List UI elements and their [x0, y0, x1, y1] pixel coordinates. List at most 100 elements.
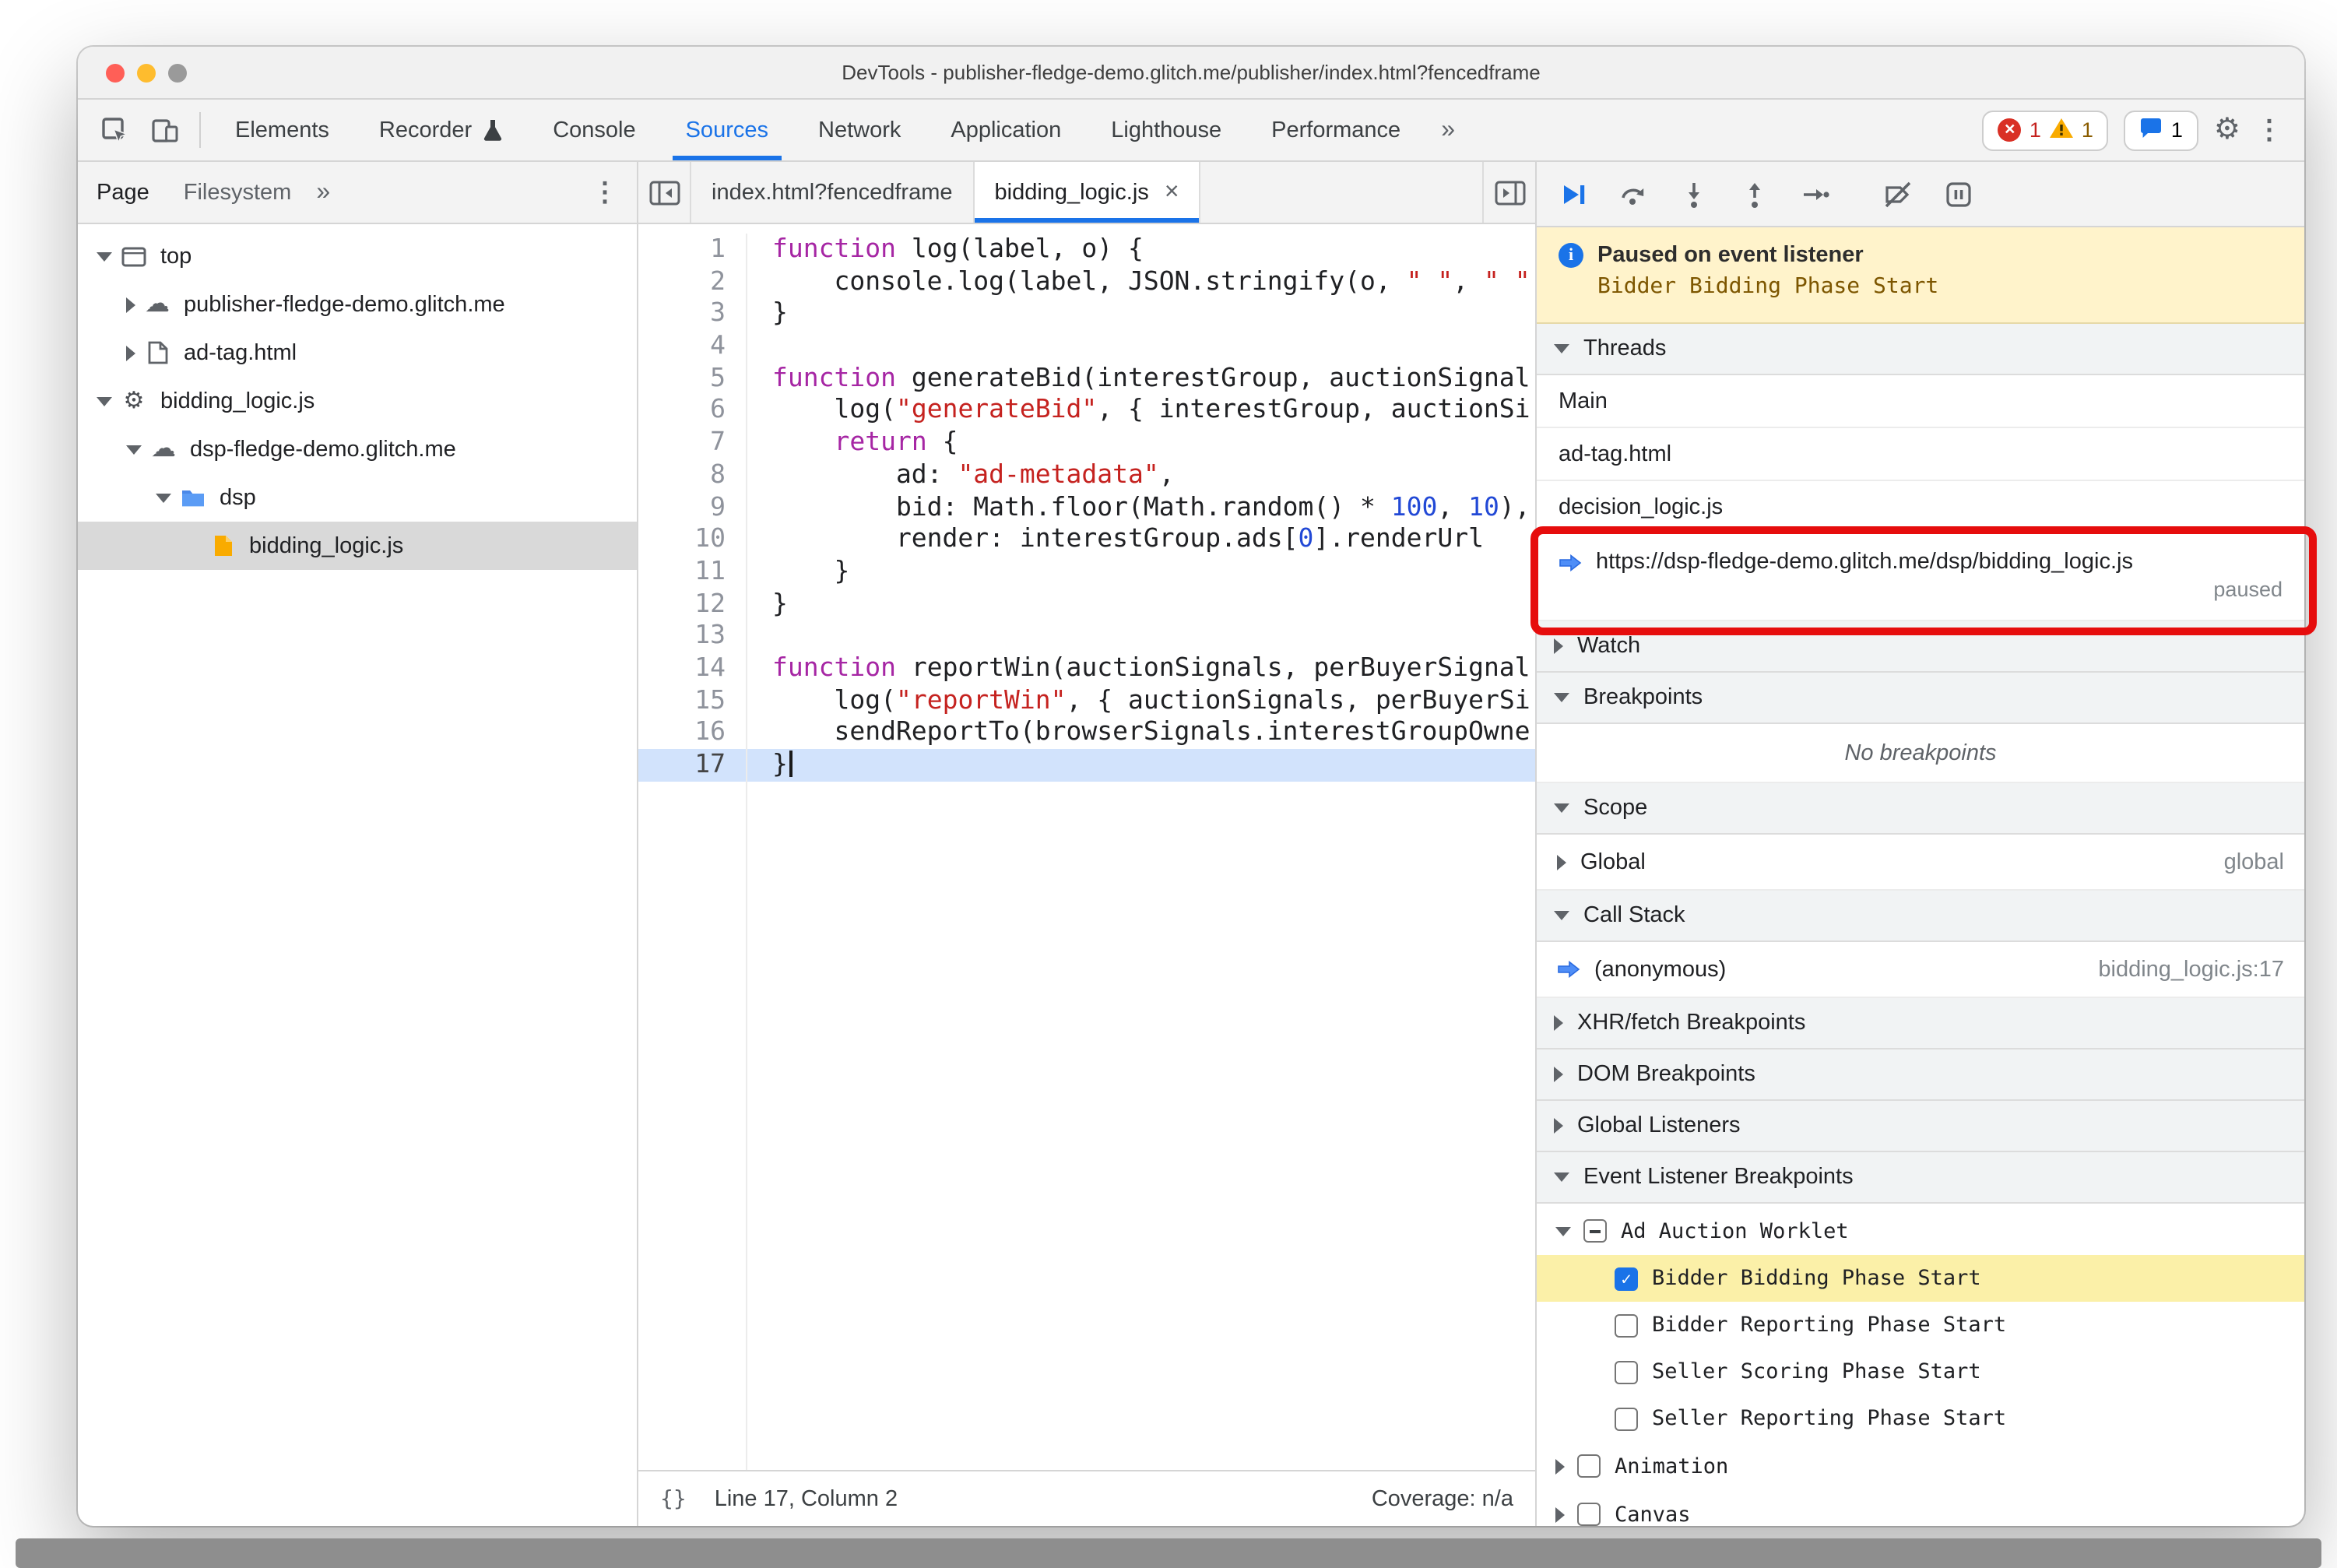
tree-item-publisher-fledge-demo-glitch-me[interactable]: ☁ publisher-fledge-demo.glitch.me — [78, 280, 637, 329]
line-number[interactable]: 15 — [638, 684, 746, 716]
section-header-threads[interactable]: Threads — [1537, 324, 2304, 375]
line-number[interactable]: 14 — [638, 652, 746, 684]
tab-console[interactable]: Console — [528, 100, 660, 160]
navigator-more-chevron[interactable]: » — [316, 178, 330, 206]
step-button[interactable] — [1798, 177, 1833, 211]
code-line[interactable]: function reportWin(auctionSignals, perBu… — [747, 652, 1535, 684]
code-line[interactable]: ad: "ad-metadata", — [747, 459, 1535, 491]
call-stack-frame-row[interactable]: (anonymous) bidding_logic.js:17 — [1537, 942, 2304, 998]
inspect-element-icon[interactable] — [90, 100, 140, 160]
section-header-scope[interactable]: Scope — [1537, 783, 2304, 835]
event-group-ad-auction-worklet[interactable]: Ad Auction Worklet — [1537, 1207, 2304, 1255]
code-line[interactable]: function log(label, o) { — [747, 234, 1535, 265]
checkbox-unchecked-icon[interactable] — [1577, 1454, 1601, 1478]
tree-item-bidding-logic-js[interactable]: ⚙ bidding_logic.js — [78, 377, 637, 425]
step-over-button[interactable] — [1616, 177, 1650, 211]
resume-script-button[interactable] — [1555, 177, 1590, 211]
line-number[interactable]: 16 — [638, 717, 746, 749]
errors-warnings-badge[interactable]: ✕ 1 1 — [1982, 110, 2109, 150]
tree-item-top[interactable]: top — [78, 232, 637, 280]
section-header-global-listeners[interactable]: Global Listeners — [1537, 1101, 2304, 1152]
section-header-call-stack[interactable]: Call Stack — [1537, 891, 2304, 942]
code-line[interactable]: } — [747, 298, 1535, 330]
code-line[interactable]: sendReportTo(browserSignals.interestGrou… — [747, 717, 1535, 749]
tree-arrow-icon[interactable] — [1555, 1458, 1565, 1474]
event-breakpoint-bidder-bidding-phase-start[interactable]: ✓ Bidder Bidding Phase Start — [1537, 1255, 2304, 1302]
pretty-print-button[interactable]: {} — [660, 1486, 687, 1511]
thread-row-paused[interactable]: https://dsp-fledge-demo.glitch.me/dsp/bi… — [1537, 534, 2304, 621]
code-line[interactable]: bid: Math.floor(Math.random() * 100, 10)… — [747, 491, 1535, 523]
checkbox-unchecked-icon[interactable] — [1577, 1503, 1601, 1526]
section-header-breakpoints[interactable]: Breakpoints — [1537, 673, 2304, 724]
device-toolbar-icon[interactable] — [140, 100, 190, 160]
tree-arrow-icon[interactable] — [126, 345, 135, 360]
section-header-event-listener-breakpoints[interactable]: Event Listener Breakpoints — [1537, 1152, 2304, 1204]
line-number[interactable]: 11 — [638, 556, 746, 588]
more-panels-chevron[interactable]: » — [1425, 100, 1471, 160]
code-line[interactable] — [747, 621, 1535, 652]
line-number[interactable]: 4 — [638, 330, 746, 362]
tab-recorder[interactable]: Recorder — [354, 100, 528, 160]
tree-arrow-icon[interactable] — [97, 251, 112, 261]
code-line[interactable]: return { — [747, 427, 1535, 459]
tab-page[interactable]: Page — [97, 180, 149, 205]
tab-sources[interactable]: Sources — [661, 100, 793, 160]
editor-tab-bidding-logic[interactable]: bidding_logic.js × — [974, 162, 1201, 223]
titlebar[interactable]: DevTools - publisher-fledge-demo.glitch.… — [78, 47, 2304, 100]
event-breakpoint-seller-reporting-phase-start[interactable]: Seller Reporting Phase Start — [1537, 1395, 2304, 1442]
line-number[interactable]: 1 — [638, 234, 746, 265]
tab-network[interactable]: Network — [793, 100, 926, 160]
tab-lighthouse[interactable]: Lighthouse — [1086, 100, 1246, 160]
deactivate-breakpoints-button[interactable] — [1881, 177, 1915, 211]
line-number[interactable]: 2 — [638, 265, 746, 297]
minimize-window-button[interactable] — [137, 63, 156, 82]
settings-gear-icon[interactable]: ⚙ — [2214, 115, 2240, 145]
thread-row[interactable]: decision_logic.js — [1537, 481, 2304, 534]
tree-item-dsp-fledge-demo-glitch-me[interactable]: ☁ dsp-fledge-demo.glitch.me — [78, 425, 637, 473]
line-number[interactable]: 7 — [638, 427, 746, 459]
line-number[interactable]: 6 — [638, 395, 746, 427]
issues-badge[interactable]: 1 — [2124, 110, 2198, 150]
expand-arrow-icon[interactable] — [1557, 854, 1566, 870]
line-number[interactable]: 12 — [638, 588, 746, 620]
line-number[interactable]: 9 — [638, 491, 746, 523]
tab-elements[interactable]: Elements — [210, 100, 354, 160]
thread-row[interactable]: Main — [1537, 375, 2304, 428]
event-breakpoint-bidder-reporting-phase-start[interactable]: Bidder Reporting Phase Start — [1537, 1302, 2304, 1348]
hide-navigator-icon[interactable] — [638, 162, 691, 223]
thread-row[interactable]: ad-tag.html — [1537, 428, 2304, 481]
code-lines[interactable]: function log(label, o) { console.log(lab… — [747, 234, 1535, 1470]
tree-arrow-icon[interactable] — [1555, 1506, 1565, 1522]
code-line[interactable]: log("generateBid", { interestGroup, auct… — [747, 395, 1535, 427]
event-group-canvas[interactable]: Canvas — [1537, 1490, 2304, 1526]
line-number[interactable]: 3 — [638, 298, 746, 330]
tree-arrow-icon[interactable] — [156, 493, 171, 502]
tree-item-dsp[interactable]: dsp — [78, 473, 637, 522]
code-line[interactable]: } — [747, 588, 1535, 620]
code-line[interactable] — [747, 330, 1535, 362]
event-breakpoint-seller-scoring-phase-start[interactable]: Seller Scoring Phase Start — [1537, 1348, 2304, 1395]
code-line[interactable]: } — [747, 556, 1535, 588]
zoom-window-button[interactable] — [168, 63, 187, 82]
navigator-kebab-icon[interactable]: ⋮ — [592, 179, 618, 206]
tree-arrow-icon[interactable] — [97, 396, 112, 406]
tree-arrow-icon[interactable] — [126, 297, 135, 312]
scope-global-row[interactable]: Global global — [1537, 835, 2304, 891]
tab-filesystem[interactable]: Filesystem — [184, 180, 292, 205]
tab-performance[interactable]: Performance — [1246, 100, 1425, 160]
checkbox-unchecked-icon[interactable] — [1615, 1313, 1638, 1337]
checkbox-indeterminate-icon[interactable] — [1583, 1219, 1607, 1243]
line-number[interactable]: 8 — [638, 459, 746, 491]
section-header-watch[interactable]: Watch — [1537, 621, 2304, 673]
section-header-dom-breakpoints[interactable]: DOM Breakpoints — [1537, 1049, 2304, 1101]
close-tab-icon[interactable]: × — [1165, 178, 1179, 206]
section-header-xhr-breakpoints[interactable]: XHR/fetch Breakpoints — [1537, 998, 2304, 1049]
editor-tab-index-html[interactable]: index.html?fencedframe — [691, 162, 975, 223]
pause-on-exceptions-button[interactable] — [1942, 177, 1976, 211]
step-out-button[interactable] — [1738, 177, 1772, 211]
kebab-menu-icon[interactable]: ⋮ — [2256, 117, 2283, 143]
tree-arrow-icon[interactable] — [126, 445, 142, 454]
event-group-animation[interactable]: Animation — [1537, 1442, 2304, 1490]
close-window-button[interactable] — [106, 63, 125, 82]
line-number-gutter[interactable]: 1 2 3 4 5 6 7 8 9 10 11 12 13 14 15 16 17 — [638, 234, 747, 1470]
